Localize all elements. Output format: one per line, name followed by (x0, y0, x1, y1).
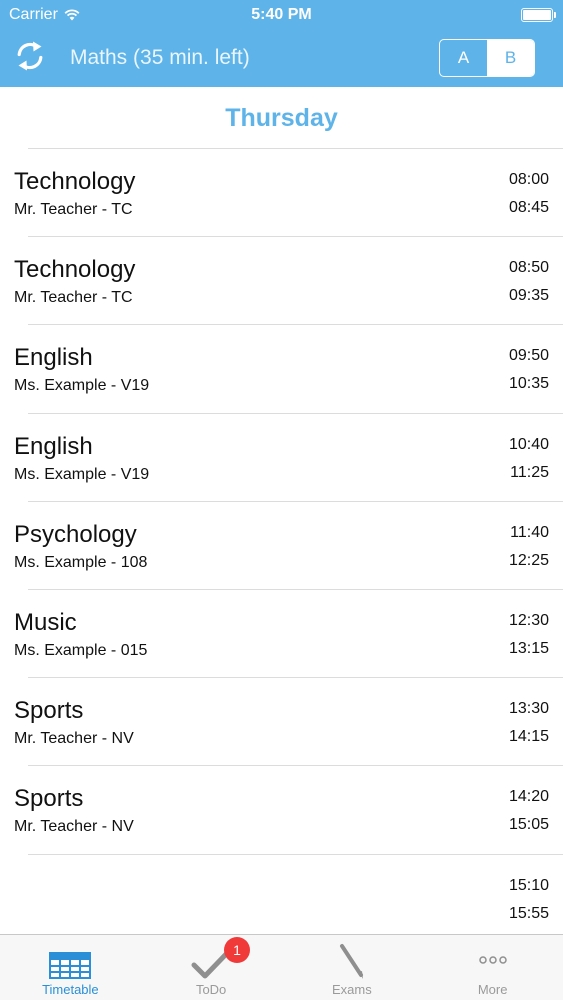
lesson-teacher: Mr. Teacher - NV (14, 818, 134, 836)
week-segmented-control: A B (439, 39, 535, 77)
lesson-subject: Technology (14, 256, 136, 284)
pen-icon (339, 944, 363, 979)
lesson-row[interactable]: Psychology Ms. Example - 108 11:40 12:25 (14, 502, 563, 590)
lesson-subject: Sports (14, 785, 84, 813)
lesson-list: Technology Mr. Teacher - TC 08:00 08:45 … (0, 149, 563, 934)
lesson-start-time: 09:50 (508, 347, 549, 365)
lesson-teacher: Ms. Example - 108 (14, 553, 148, 571)
tab-exams[interactable]: Exams (282, 935, 423, 1000)
tab-todo[interactable]: ToDo (141, 935, 282, 1000)
segment-b[interactable]: B (487, 40, 534, 76)
current-lesson-title: Maths (35 min. left) (70, 46, 250, 69)
lesson-end-time: 09:35 (508, 287, 549, 305)
lesson-start-time: 10:40 (508, 435, 549, 453)
lesson-teacher: Mr. Teacher - NV (14, 730, 134, 748)
segment-a[interactable]: A (440, 40, 487, 76)
lesson-teacher: Ms. Example - V19 (14, 377, 150, 395)
todo-badge: 1 (224, 937, 250, 963)
tab-label: Exams (332, 982, 372, 997)
lesson-start-time: 11:40 (510, 523, 549, 541)
lesson-teacher: Mr. Teacher - TC (14, 289, 133, 307)
lesson-end-time: 12:25 (508, 551, 549, 569)
lesson-start-time: 13:30 (508, 700, 549, 718)
tab-label: Timetable (42, 982, 99, 997)
lesson-start-time: 08:00 (508, 171, 549, 188)
app-screen: Carrier 5:40 PM Maths (35 min. left) A B… (0, 0, 563, 1000)
lesson-start-time: 14:20 (508, 788, 549, 806)
lesson-end-time: 08:45 (508, 199, 549, 216)
lesson-row[interactable]: English Ms. Example - V19 10:40 11:25 (14, 414, 563, 502)
lesson-subject: Music (14, 608, 77, 636)
lesson-end-time: 13:15 (508, 639, 549, 657)
lesson-subject: Technology (14, 168, 136, 195)
battery-icon (521, 8, 556, 22)
lesson-subject: Psychology (14, 520, 137, 548)
lesson-end-time: 14:15 (508, 728, 549, 746)
tab-label: ToDo (195, 982, 227, 997)
tab-more[interactable]: More (422, 935, 563, 1000)
lesson-row[interactable]: Technology Mr. Teacher - TC 08:00 08:45 (14, 149, 563, 238)
lesson-row[interactable]: Sports Mr. Teacher - NV 14:20 15:05 (14, 766, 563, 855)
lesson-row[interactable]: English Ms. Example - V19 09:50 10:35 (14, 325, 563, 414)
lesson-start-time: 08:50 (508, 259, 549, 277)
nav-bar: Maths (35 min. left) A B (0, 30, 563, 87)
refresh-icon[interactable] (12, 38, 48, 74)
lesson-row[interactable]: Sports Mr. Teacher - NV 13:30 14:15 (14, 678, 563, 767)
lesson-teacher: Ms. Example - V19 (14, 465, 150, 483)
header: Carrier 5:40 PM Maths (35 min. left) A B (0, 0, 563, 87)
lesson-end-time: 15:05 (508, 816, 549, 834)
lesson-end-time: 10:35 (508, 375, 549, 393)
lesson-subject: English (14, 344, 93, 372)
more-dots-icon (478, 956, 507, 964)
table-icon (49, 952, 92, 979)
lesson-subject: Sports (14, 697, 84, 725)
lesson-row[interactable]: 15:10 15:55 (28, 855, 563, 935)
tab-bar: Timetable ToDo Exams More (0, 934, 563, 1000)
status-time: 5:40 PM (251, 6, 312, 23)
lesson-start-time: 15:10 (508, 876, 549, 894)
tab-timetable[interactable]: Timetable (0, 935, 141, 1000)
lesson-teacher: Mr. Teacher - TC (14, 201, 133, 218)
lesson-row[interactable]: Music Ms. Example - 015 12:30 13:15 (14, 590, 563, 679)
lesson-teacher: Ms. Example - 015 (14, 641, 148, 659)
lesson-subject: English (14, 432, 93, 460)
lesson-end-time: 11:25 (510, 463, 549, 481)
tab-label: More (477, 982, 508, 997)
lesson-end-time: 15:55 (508, 904, 549, 922)
lesson-start-time: 12:30 (508, 611, 549, 629)
lesson-row[interactable]: Technology Mr. Teacher - TC 08:50 09:35 (14, 237, 563, 326)
day-title: Thursday (225, 104, 338, 132)
status-bar: Carrier 5:40 PM (0, 0, 563, 30)
